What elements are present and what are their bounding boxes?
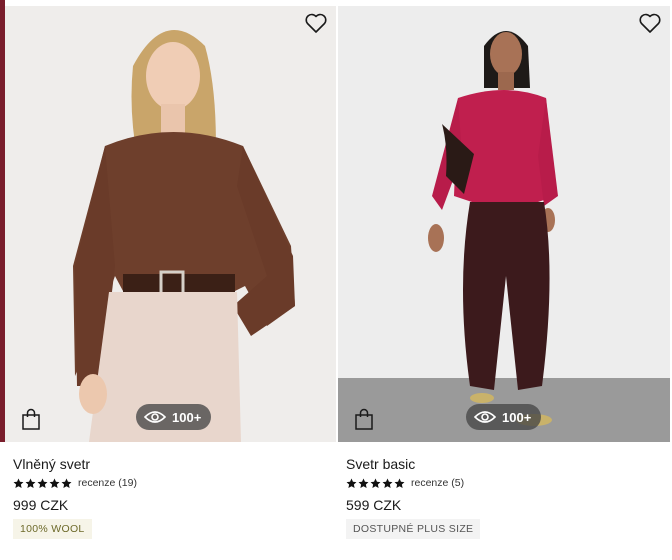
eye-icon <box>474 411 496 423</box>
views-count: 100+ <box>172 409 202 425</box>
heart-outline-icon <box>639 13 661 33</box>
heart-outline-icon <box>305 13 327 33</box>
rating-stars <box>346 478 405 489</box>
eye-icon <box>144 411 166 423</box>
views-count: 100+ <box>502 409 532 425</box>
product-badge: DOSTUPNÉ PLUS SIZE <box>346 519 481 539</box>
shopping-bag-icon <box>355 408 373 430</box>
product-price: 999 CZK <box>13 497 69 513</box>
product-image[interactable] <box>338 6 670 442</box>
product-rating[interactable]: recenze (5) <box>346 476 670 490</box>
star-icon <box>394 478 405 488</box>
product-image[interactable] <box>5 6 336 442</box>
product-rating[interactable]: recenze (19) <box>13 476 336 490</box>
product-name[interactable]: Svetr basic <box>346 456 670 472</box>
star-icon <box>370 478 381 488</box>
star-icon <box>346 478 357 488</box>
star-icon <box>13 478 24 488</box>
reviews-count: recenze (19) <box>78 477 137 489</box>
model-photo-red-sweater <box>338 6 670 442</box>
model-photo-brown-sweater <box>5 6 336 442</box>
star-icon <box>37 478 48 488</box>
add-to-bag-button[interactable] <box>21 408 41 430</box>
favorite-button[interactable] <box>638 12 662 34</box>
views-badge[interactable]: 100+ <box>466 404 542 430</box>
product-card[interactable]: 100+ Vlněný svetr recenze (19) 999 CZK 1… <box>5 0 336 560</box>
product-badge: 100% WOOL <box>13 519 92 539</box>
views-badge[interactable]: 100+ <box>136 404 212 430</box>
star-icon <box>61 478 72 488</box>
product-price: 599 CZK <box>346 497 402 513</box>
product-info: Vlněný svetr recenze (19) 999 CZK 100% W… <box>5 456 336 539</box>
product-name[interactable]: Vlněný svetr <box>13 456 336 472</box>
favorite-button[interactable] <box>304 12 328 34</box>
product-grid: 100+ Vlněný svetr recenze (19) 999 CZK 1… <box>5 0 672 560</box>
shopping-bag-icon <box>22 408 40 430</box>
add-to-bag-button[interactable] <box>354 408 374 430</box>
reviews-count: recenze (5) <box>411 477 465 489</box>
product-card[interactable]: 100+ Svetr basic recenze (5) 599 CZK DOS… <box>338 0 670 560</box>
star-icon <box>49 478 60 488</box>
star-icon <box>25 478 36 488</box>
star-icon <box>358 478 369 488</box>
rating-stars <box>13 478 72 489</box>
star-icon <box>382 478 393 488</box>
product-info: Svetr basic recenze (5) 599 CZK DOSTUPNÉ… <box>338 456 670 539</box>
